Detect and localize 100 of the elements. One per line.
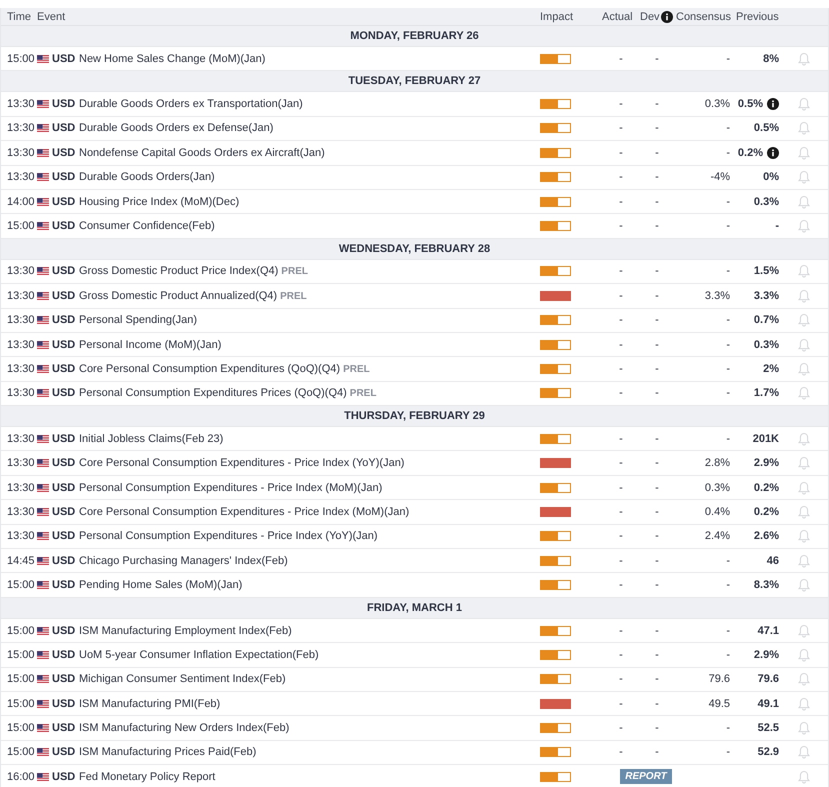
event-time: 15:00 xyxy=(6,673,36,686)
event-time: 13:30 xyxy=(6,265,36,278)
bell-icon[interactable] xyxy=(798,696,810,711)
event-time: 15:00 xyxy=(6,722,36,734)
event-name[interactable]: Nondefense Capital Goods Orders ex Aircraft(Jan) xyxy=(79,146,325,159)
previous-value: 46 xyxy=(766,554,779,567)
bell-icon[interactable] xyxy=(798,648,810,662)
info-icon[interactable] xyxy=(660,10,673,22)
event-name[interactable]: Personal Spending(Jan) xyxy=(79,314,198,326)
currency-code: USD xyxy=(52,387,76,400)
bell-icon[interactable] xyxy=(798,194,810,209)
bell-icon[interactable] xyxy=(798,52,810,66)
event-name[interactable]: ISM Manufacturing Employment Index(Feb) xyxy=(79,624,292,636)
bell-icon[interactable] xyxy=(798,97,810,112)
currency-code: USD xyxy=(52,314,76,326)
bell-icon[interactable] xyxy=(798,432,810,446)
report-badge[interactable]: REPORT xyxy=(620,769,672,784)
event-name[interactable]: Core Personal Consumption Expenditures - Price Index (MoM)(Jan) xyxy=(79,506,410,518)
bell-icon[interactable] xyxy=(798,456,810,470)
actual-value: - xyxy=(618,196,624,208)
event-name[interactable]: Personal Consumption Expenditures Prices (QoQ)(Q4) xyxy=(79,387,347,400)
bell-icon[interactable] xyxy=(798,529,810,544)
bell-icon[interactable] xyxy=(798,386,810,400)
consensus-value: - xyxy=(725,624,730,636)
event-time: 13:30 xyxy=(6,362,36,375)
bell-icon[interactable] xyxy=(798,554,810,568)
event-name[interactable]: Housing Price Index (MoM)(Dec) xyxy=(79,196,240,208)
event-name[interactable]: Durable Goods Orders ex Transportation(Jan) xyxy=(79,98,303,110)
actual-value: - xyxy=(618,220,624,232)
event-name[interactable]: Personal Consumption Expenditures - Price Index (YoY)(Jan) xyxy=(79,530,378,542)
deviation-value: - xyxy=(654,624,660,636)
impact-bar xyxy=(540,148,571,158)
currency-code: USD xyxy=(52,530,76,542)
bell-icon[interactable] xyxy=(798,219,810,234)
currency-code: USD xyxy=(52,482,76,494)
deviation-value: - xyxy=(654,122,660,134)
deviation-value: - xyxy=(654,290,660,302)
event-name[interactable]: UoM 5-year Consumer Inflation Expectation(Feb) xyxy=(79,648,319,661)
event-time: 13:30 xyxy=(6,432,36,445)
event-time: 15:00 xyxy=(6,698,36,710)
impact-bar xyxy=(540,482,571,493)
actual-value: - xyxy=(618,98,624,110)
event-name[interactable]: Fed Monetary Policy Report xyxy=(79,770,216,783)
bell-icon[interactable] xyxy=(798,721,810,736)
event-time: 13:30 xyxy=(6,171,36,184)
event-name[interactable]: ISM Manufacturing New Orders Index(Feb) xyxy=(79,722,290,734)
bell-icon[interactable] xyxy=(798,672,810,686)
impact-bar xyxy=(540,747,571,758)
impact-bar xyxy=(540,674,571,684)
event-time: 13:30 xyxy=(6,387,36,400)
actual-value: - xyxy=(618,506,624,518)
event-time: 15:00 xyxy=(6,52,36,65)
bell-icon[interactable] xyxy=(798,288,810,303)
event-name[interactable]: Personal Consumption Expenditures - Price Index (MoM)(Jan) xyxy=(79,482,382,494)
bell-icon[interactable] xyxy=(798,504,810,519)
event-name[interactable]: Core Personal Consumption Expenditures - Price Index (YoY)(Jan) xyxy=(79,457,404,470)
bell-icon[interactable] xyxy=(798,170,810,184)
bell-icon[interactable] xyxy=(798,624,810,638)
event-name[interactable]: ISM Manufacturing Prices Paid(Feb) xyxy=(79,746,256,758)
event-name[interactable]: New Home Sales Change (MoM)(Jan) xyxy=(79,52,266,65)
previous-value: 0.2% xyxy=(754,482,779,494)
currency-code: USD xyxy=(52,146,76,159)
event-time: 13:30 xyxy=(6,98,36,110)
info-icon[interactable] xyxy=(767,146,779,159)
bell-icon[interactable] xyxy=(798,146,810,160)
event-name[interactable]: Core Personal Consumption Expenditures (QoQ)(Q4) xyxy=(79,362,340,375)
deviation-value: - xyxy=(654,146,660,159)
bell-icon[interactable] xyxy=(798,770,810,784)
bell-icon[interactable] xyxy=(798,264,810,278)
event-name[interactable]: Gross Domestic Product Annualized(Q4) xyxy=(79,290,278,302)
event-name[interactable]: Michigan Consumer Sentiment Index(Feb) xyxy=(79,673,286,686)
info-icon[interactable] xyxy=(767,98,779,110)
event-name[interactable]: Gross Domestic Product Price Index(Q4) xyxy=(79,265,278,278)
consensus-value: -4% xyxy=(709,171,730,184)
event-time: 13:30 xyxy=(6,506,36,518)
currency-code: USD xyxy=(52,624,76,636)
event-name[interactable]: Initial Jobless Claims(Feb 23) xyxy=(79,432,224,445)
event-tag: PREL xyxy=(280,290,307,302)
currency-code: USD xyxy=(52,579,76,592)
bell-icon[interactable] xyxy=(798,745,810,760)
consensus-value: - xyxy=(725,648,730,661)
day-header: THURSDAY, FEBRUARY 29 xyxy=(1,406,828,428)
flag-icon xyxy=(37,364,49,373)
event-name[interactable]: Pending Home Sales (MoM)(Jan) xyxy=(79,579,242,592)
bell-icon[interactable] xyxy=(798,362,810,376)
bell-icon[interactable] xyxy=(798,121,810,136)
event-name[interactable]: Durable Goods Orders ex Defense(Jan) xyxy=(79,122,274,134)
event-name[interactable]: Personal Income (MoM)(Jan) xyxy=(79,338,222,351)
actual-value: - xyxy=(618,579,624,592)
previous-value: 52.9 xyxy=(758,746,779,758)
bell-icon[interactable] xyxy=(798,338,810,352)
event-name[interactable]: Chicago Purchasing Managers' Index(Feb) xyxy=(79,554,288,567)
event-name[interactable]: ISM Manufacturing PMI(Feb) xyxy=(79,698,220,710)
impact-bar xyxy=(540,388,571,398)
bell-icon[interactable] xyxy=(798,313,810,328)
event-name[interactable]: Consumer Confidence(Feb) xyxy=(79,220,215,232)
bell-icon[interactable] xyxy=(798,578,810,592)
consensus-value: 3.3% xyxy=(704,290,730,302)
event-name[interactable]: Durable Goods Orders(Jan) xyxy=(79,171,215,184)
bell-icon[interactable] xyxy=(798,480,810,495)
